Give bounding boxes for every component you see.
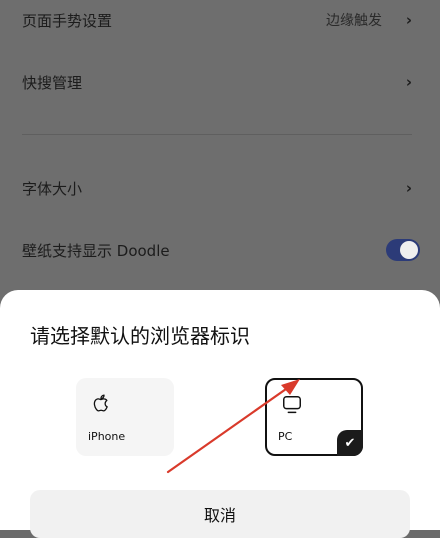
settings-item-page-gesture[interactable]: 页面手势设置 边缘触发 ›	[0, 0, 440, 40]
settings-item-label: 字体大小	[22, 179, 83, 198]
settings-item-label: 页面手势设置	[22, 11, 113, 30]
chevron-right-icon: ›	[405, 11, 412, 29]
sheet-title: 请选择默认的浏览器标识	[30, 324, 250, 348]
option-label: PC	[278, 430, 293, 443]
settings-item-label: 壁纸支持显示 Doodle	[22, 241, 170, 260]
browser-identity-sheet: 请选择默认的浏览器标识 iPhone PC ✔ 取消	[0, 290, 440, 538]
settings-item-quick-search[interactable]: 快搜管理 ›	[0, 62, 440, 102]
apple-icon	[93, 394, 108, 412]
section-divider	[22, 134, 412, 135]
settings-item-wallpaper-doodle: 壁纸支持显示 Doodle	[0, 230, 440, 270]
option-label: iPhone	[88, 430, 126, 443]
settings-item-value: 边缘触发	[326, 13, 382, 29]
doodle-toggle[interactable]	[386, 239, 420, 261]
monitor-icon	[283, 396, 301, 414]
chevron-right-icon: ›	[405, 73, 412, 91]
cancel-button[interactable]: 取消	[30, 490, 410, 538]
check-icon: ✔	[337, 430, 363, 456]
option-pc[interactable]: PC ✔	[265, 378, 363, 456]
chevron-right-icon: ›	[405, 179, 412, 197]
toggle-knob	[400, 241, 418, 259]
settings-item-font-size[interactable]: 字体大小 ›	[0, 168, 440, 208]
option-iphone[interactable]: iPhone	[76, 378, 174, 456]
settings-item-label: 快搜管理	[22, 73, 83, 92]
